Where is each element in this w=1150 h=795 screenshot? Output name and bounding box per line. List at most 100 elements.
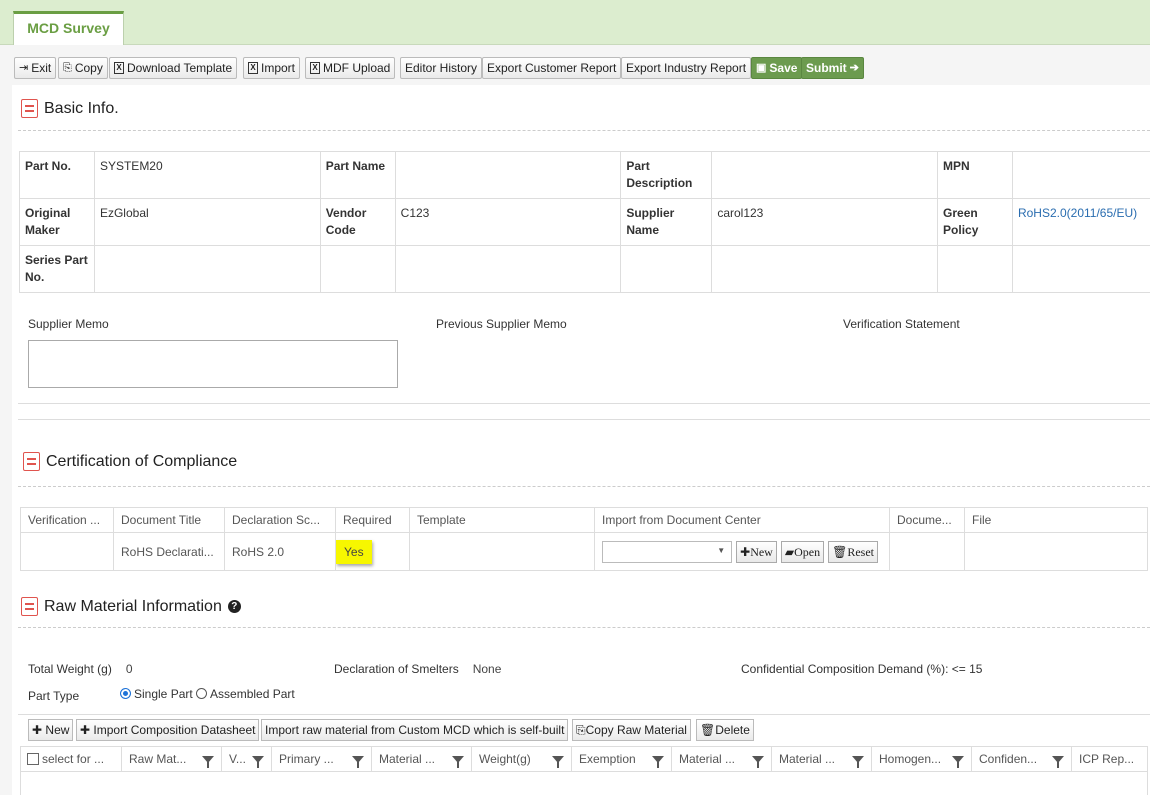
- col-primary[interactable]: Primary ...: [272, 747, 372, 772]
- filter-icon[interactable]: [452, 755, 464, 768]
- reset-document-button[interactable]: 🗑Reset: [828, 540, 878, 563]
- series-part-value: [93, 245, 321, 293]
- col-confidential[interactable]: Confiden...: [972, 747, 1072, 772]
- divider: [18, 714, 1150, 715]
- col-required[interactable]: Required: [336, 508, 410, 533]
- assembled-part-radio[interactable]: [196, 688, 208, 699]
- col-exemption[interactable]: Exemption: [572, 747, 672, 772]
- coc-grid: Verification ... Document Title Declarat…: [20, 507, 1148, 571]
- supplier-memo-input[interactable]: [28, 340, 398, 388]
- verification-statement-label: Verification Statement: [843, 317, 960, 331]
- mpn-label: MPN: [937, 151, 1013, 199]
- copy-button[interactable]: ⎘ Copy: [58, 57, 108, 79]
- series-part-label: Series Part No.: [19, 245, 95, 293]
- save-button[interactable]: ▣ Save: [751, 57, 803, 79]
- single-part-radio[interactable]: [120, 688, 131, 699]
- filter-icon[interactable]: [552, 755, 564, 768]
- floppy-icon: ▣: [756, 62, 767, 74]
- col-select[interactable]: select for ...: [21, 747, 122, 772]
- col-raw-material[interactable]: Raw Mat...: [122, 747, 222, 772]
- col-material-1[interactable]: Material ...: [372, 747, 472, 772]
- filter-icon[interactable]: [1052, 755, 1064, 768]
- plus-icon: ✚: [32, 723, 43, 737]
- part-type-label: Part Type: [28, 689, 80, 703]
- tab-mcd-survey[interactable]: MCD Survey: [13, 11, 124, 45]
- col-template[interactable]: Template: [410, 508, 595, 533]
- supplier-name-label: Supplier Name: [620, 198, 713, 246]
- cell-verification: [21, 533, 114, 570]
- filter-icon[interactable]: [952, 755, 964, 768]
- vendor-code-label: Vendor Code: [319, 198, 396, 246]
- filter-icon[interactable]: [352, 755, 364, 768]
- import-custom-mcd-button[interactable]: Import raw material from Custom MCD whic…: [261, 719, 569, 741]
- trash-icon: 🗑: [832, 544, 848, 559]
- raw-material-header: Raw Material Information ?: [21, 597, 241, 616]
- col-material-3[interactable]: Material ...: [772, 747, 872, 772]
- cell-required: Yes: [336, 533, 410, 570]
- filter-icon[interactable]: [852, 755, 864, 768]
- download-template-button[interactable]: X Download Template: [109, 57, 238, 79]
- cell-document-title: RoHS Declarati...: [114, 533, 225, 570]
- tree-icon: [21, 597, 38, 616]
- col-document-title[interactable]: Document Title: [114, 508, 225, 533]
- document-center-select[interactable]: [602, 540, 733, 563]
- filter-icon[interactable]: [252, 755, 264, 768]
- cell-file: [965, 533, 1147, 570]
- col-verification[interactable]: Verification ...: [21, 508, 114, 533]
- folder-icon: ▰: [784, 544, 795, 559]
- divider: [18, 486, 1150, 487]
- import-button[interactable]: X Import: [243, 57, 301, 79]
- certificate-icon: [23, 452, 40, 471]
- exit-icon: ⇥: [19, 62, 29, 74]
- editor-history-button[interactable]: Editor History: [400, 57, 483, 79]
- part-description-value: [711, 151, 939, 199]
- previous-supplier-memo-label: Previous Supplier Memo: [436, 317, 567, 331]
- coc-header-row: Verification ... Document Title Declarat…: [21, 508, 1147, 533]
- basic-info-header: Basic Info.: [21, 99, 119, 118]
- excel-icon: X: [310, 62, 320, 74]
- arrow-right-icon: ➔: [849, 62, 859, 74]
- mdf-upload-button[interactable]: X MDF Upload: [305, 57, 396, 79]
- vendor-code-value: C123: [394, 198, 622, 246]
- part-name-value: [394, 151, 622, 199]
- submit-button[interactable]: Submit ➔: [801, 57, 864, 79]
- filter-icon[interactable]: [752, 755, 764, 768]
- divider: [18, 130, 1150, 131]
- col-v[interactable]: V...: [222, 747, 272, 772]
- col-weight[interactable]: Weight(g): [472, 747, 572, 772]
- col-homogeneous[interactable]: Homogen...: [872, 747, 972, 772]
- filter-icon[interactable]: [202, 755, 214, 768]
- select-all-checkbox[interactable]: [27, 753, 39, 765]
- exit-button[interactable]: ⇥ Exit: [14, 57, 57, 79]
- green-policy-link[interactable]: RoHS2.0(2011/65/EU): [1011, 198, 1150, 246]
- cell-import: ✚New ▰Open 🗑Reset: [595, 533, 890, 570]
- filter-icon[interactable]: [652, 755, 664, 768]
- open-document-button[interactable]: ▰Open: [780, 540, 825, 563]
- help-icon[interactable]: ?: [227, 600, 241, 613]
- export-customer-report-button[interactable]: Export Customer Report: [482, 57, 622, 79]
- new-document-button[interactable]: ✚New: [736, 540, 777, 563]
- part-no-label: Part No.: [19, 151, 95, 199]
- plus-icon: ✚: [80, 723, 91, 737]
- left-gutter: [0, 85, 12, 795]
- delete-raw-material-button[interactable]: 🗑Delete: [696, 719, 754, 741]
- basic-info-table: Part No. SYSTEM20 Part Name Part Descrip…: [19, 151, 1150, 293]
- col-declaration-scope[interactable]: Declaration Sc...: [225, 508, 336, 533]
- original-maker-value: EzGlobal: [93, 198, 321, 246]
- list-icon: [21, 99, 38, 118]
- excel-icon: X: [114, 62, 124, 74]
- cell-template: [410, 533, 595, 570]
- export-industry-report-button[interactable]: Export Industry Report: [621, 57, 752, 79]
- trash-icon: 🗑: [700, 723, 716, 737]
- col-material-2[interactable]: Material ...: [672, 747, 772, 772]
- col-document[interactable]: Docume...: [890, 508, 965, 533]
- col-icp-report[interactable]: ICP Rep...: [1072, 747, 1147, 772]
- mpn-value: [1011, 151, 1150, 199]
- col-file[interactable]: File: [965, 508, 1147, 533]
- col-import-document-center[interactable]: Import from Document Center: [595, 508, 890, 533]
- import-composition-datasheet-button[interactable]: ✚ Import Composition Datasheet: [76, 719, 260, 741]
- new-raw-material-button[interactable]: ✚ New: [28, 719, 74, 741]
- copy-raw-material-button[interactable]: ⎘Copy Raw Material: [572, 719, 691, 741]
- tab-bar: MCD Survey: [0, 0, 1150, 45]
- excel-icon: X: [248, 62, 258, 74]
